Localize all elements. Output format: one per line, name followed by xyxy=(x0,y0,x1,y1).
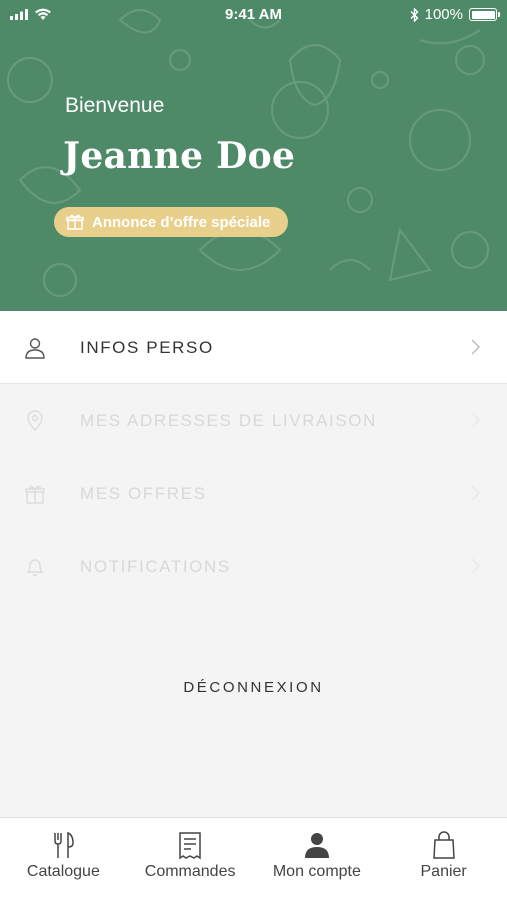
menu-item-adresses-livraison[interactable]: MES ADRESSES DE LIVRAISON xyxy=(0,384,507,457)
logout-button[interactable]: DÉCONNEXION xyxy=(0,679,507,696)
battery-percentage: 100% xyxy=(424,6,463,23)
bluetooth-icon xyxy=(410,7,419,22)
chevron-right-icon xyxy=(471,558,480,574)
bell-icon xyxy=(26,559,44,577)
chevron-right-icon xyxy=(471,485,480,501)
chevron-right-icon xyxy=(471,339,480,355)
tab-mon-compte[interactable]: Mon compte xyxy=(254,818,381,900)
tab-panier[interactable]: Panier xyxy=(380,818,507,900)
menu-item-mes-offres[interactable]: MES OFFRES xyxy=(0,457,507,530)
fork-knife-icon xyxy=(54,831,75,858)
battery-indicator: 100% xyxy=(410,6,500,23)
chevron-right-icon xyxy=(471,412,480,428)
gift-icon xyxy=(25,485,45,504)
special-offer-label: Annonce d’offre spéciale xyxy=(92,213,271,231)
welcome-text: Bienvenue xyxy=(65,94,165,117)
menu-item-notifications[interactable]: NOTIFICATIONS xyxy=(0,530,507,603)
bottom-tab-bar: Catalogue Commandes Mon compte Panier xyxy=(0,817,507,900)
menu-item-label: INFOS PERSO xyxy=(80,338,214,357)
menu-item-label: MES OFFRES xyxy=(80,484,207,503)
battery-icon xyxy=(469,8,500,21)
tab-label: Catalogue xyxy=(26,863,100,880)
status-bar: 9:41 AM 100% xyxy=(0,0,507,30)
menu-item-label: NOTIFICATIONS xyxy=(80,557,231,576)
receipt-icon xyxy=(179,832,201,860)
user-icon xyxy=(25,338,45,359)
tab-label: Mon compte xyxy=(272,863,361,880)
tab-catalogue[interactable]: Catalogue xyxy=(0,818,127,900)
tab-label: Panier xyxy=(420,863,467,880)
location-pin-icon xyxy=(27,410,43,432)
shopping-bag-icon xyxy=(432,831,455,859)
gift-icon xyxy=(66,214,84,230)
account-menu: INFOS PERSO MES ADRESSES DE LIVRAISON ME… xyxy=(0,311,507,603)
menu-item-label: MES ADRESSES DE LIVRAISON xyxy=(80,411,377,430)
profile-header: 9:41 AM 100% Bienvenue Jeanne Doe Annonc… xyxy=(0,0,507,311)
user-filled-icon xyxy=(304,833,329,858)
tab-commandes[interactable]: Commandes xyxy=(127,818,254,900)
menu-item-infos-perso[interactable]: INFOS PERSO xyxy=(0,311,507,384)
special-offer-button[interactable]: Annonce d’offre spéciale xyxy=(54,207,289,237)
user-name: Jeanne Doe xyxy=(63,135,296,177)
tab-label: Commandes xyxy=(144,863,236,880)
